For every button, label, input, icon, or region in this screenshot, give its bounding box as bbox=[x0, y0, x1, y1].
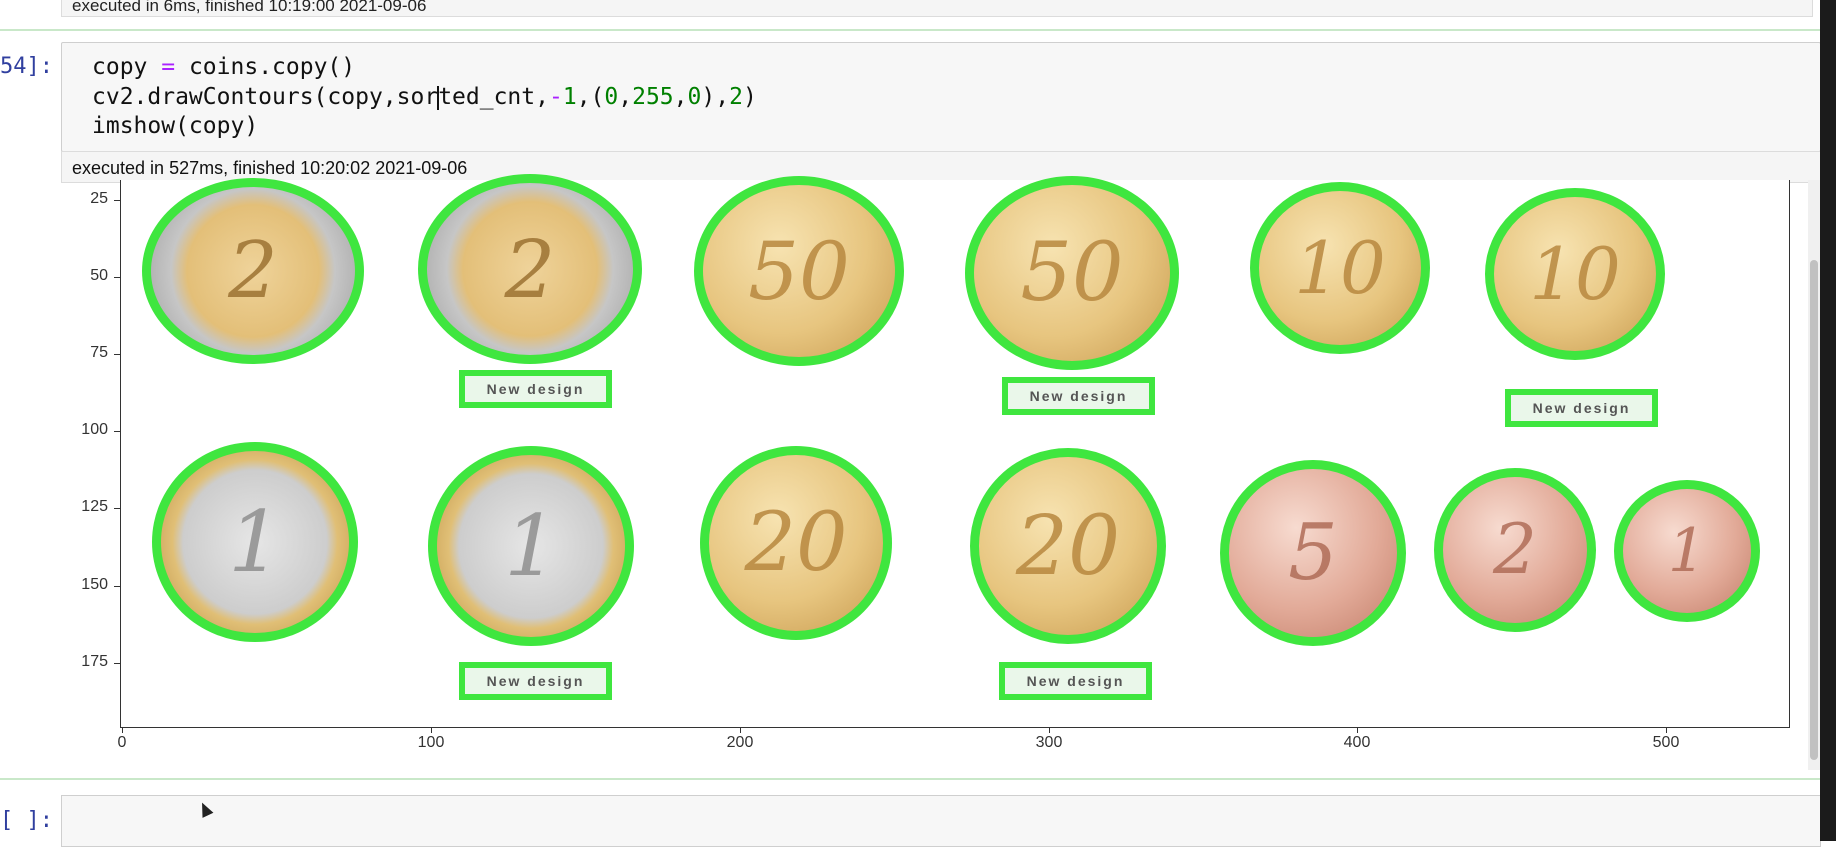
coin: 50 bbox=[694, 176, 904, 366]
cell-separator bbox=[0, 29, 1820, 31]
previous-exec-text: executed in 6ms, finished 10:19:00 2021-… bbox=[72, 0, 427, 15]
y-tick-mark bbox=[114, 586, 120, 587]
coin: 1 bbox=[1614, 480, 1760, 622]
x-tick-mark bbox=[1357, 727, 1358, 733]
coin-denomination: 1 bbox=[1667, 516, 1707, 586]
coin: 20 bbox=[700, 446, 892, 640]
new-design-badge: New design bbox=[459, 370, 612, 408]
y-tick-mark bbox=[114, 200, 120, 201]
coin-denomination: 50 bbox=[748, 224, 850, 318]
coin: 1 bbox=[152, 442, 358, 642]
x-tick-mark bbox=[740, 727, 741, 733]
y-tick-mark bbox=[114, 277, 120, 278]
coin-denomination: 20 bbox=[1015, 498, 1121, 594]
new-design-badge: New design bbox=[1505, 389, 1658, 427]
x-tick-label: 500 bbox=[1652, 734, 1680, 751]
x-tick-mark bbox=[431, 727, 432, 733]
coin: 20 bbox=[970, 448, 1166, 644]
coin: 1 bbox=[428, 446, 634, 646]
y-tick-label: 25 bbox=[90, 190, 108, 207]
x-tick-mark bbox=[1049, 727, 1050, 733]
x-tick-mark bbox=[1666, 727, 1667, 733]
coin-denomination: 1 bbox=[228, 493, 282, 591]
coin: 2 bbox=[142, 178, 364, 364]
code-line-2[interactable]: cv2.drawContours(copy,sorted_cnt,-1,(0,2… bbox=[92, 84, 757, 110]
y-tick-label: 75 bbox=[90, 344, 108, 361]
coin-denomination: 10 bbox=[1294, 226, 1386, 310]
coin-denomination: 2 bbox=[228, 226, 278, 316]
scrollbar-thumb[interactable] bbox=[1810, 260, 1818, 760]
coin-denomination: 1 bbox=[504, 497, 558, 595]
text-cursor bbox=[437, 85, 440, 110]
cell-separator-2 bbox=[0, 778, 1820, 780]
exec-text: executed in 527ms, finished 10:20:02 202… bbox=[72, 158, 468, 178]
y-tick-label: 100 bbox=[81, 421, 108, 438]
y-tick-label: 175 bbox=[81, 653, 108, 670]
x-tick-label: 0 bbox=[117, 734, 127, 751]
coin: 50 bbox=[965, 176, 1179, 370]
coin-denomination: 2 bbox=[504, 222, 556, 316]
y-tick-label: 125 bbox=[81, 498, 108, 515]
coin-denomination: 2 bbox=[1493, 510, 1537, 590]
coin-denomination: 20 bbox=[744, 496, 848, 590]
coin-denomination: 50 bbox=[1020, 226, 1124, 320]
cell-prompt: 54]: bbox=[0, 54, 53, 79]
next-cell-prompt: [ ]: bbox=[0, 808, 53, 833]
previous-cell-exec-bar: executed in 6ms, finished 10:19:00 2021-… bbox=[61, 0, 1813, 17]
y-tick-mark bbox=[114, 354, 120, 355]
coin-denomination: 5 bbox=[1288, 508, 1338, 598]
next-code-editor[interactable] bbox=[61, 795, 1821, 847]
code-line-3[interactable]: imshow(copy) bbox=[92, 113, 258, 139]
y-tick-mark bbox=[114, 508, 120, 509]
x-tick-label: 200 bbox=[726, 734, 754, 751]
new-design-badge: New design bbox=[999, 662, 1152, 700]
coin: 5 bbox=[1220, 460, 1406, 646]
code-line-1[interactable]: copy = coins.copy() bbox=[92, 54, 355, 80]
coin: 10 bbox=[1485, 188, 1665, 360]
y-tick-mark bbox=[114, 431, 120, 432]
x-tick-label: 100 bbox=[417, 734, 445, 751]
x-tick-mark bbox=[122, 727, 123, 733]
exec-status-bar: executed in 527ms, finished 10:20:02 202… bbox=[61, 151, 1821, 183]
x-tick-label: 400 bbox=[1343, 734, 1371, 751]
coin: 10 bbox=[1250, 182, 1430, 354]
new-design-badge: New design bbox=[459, 662, 612, 700]
x-tick-label: 300 bbox=[1035, 734, 1063, 751]
coin: 2 bbox=[418, 174, 642, 364]
new-design-badge: New design bbox=[1002, 377, 1155, 415]
coin: 2 bbox=[1434, 468, 1596, 632]
coin-denomination: 10 bbox=[1529, 232, 1621, 316]
y-tick-label: 50 bbox=[90, 267, 108, 284]
y-tick-mark bbox=[114, 663, 120, 664]
y-tick-label: 150 bbox=[81, 576, 108, 593]
window-edge bbox=[1820, 0, 1836, 841]
